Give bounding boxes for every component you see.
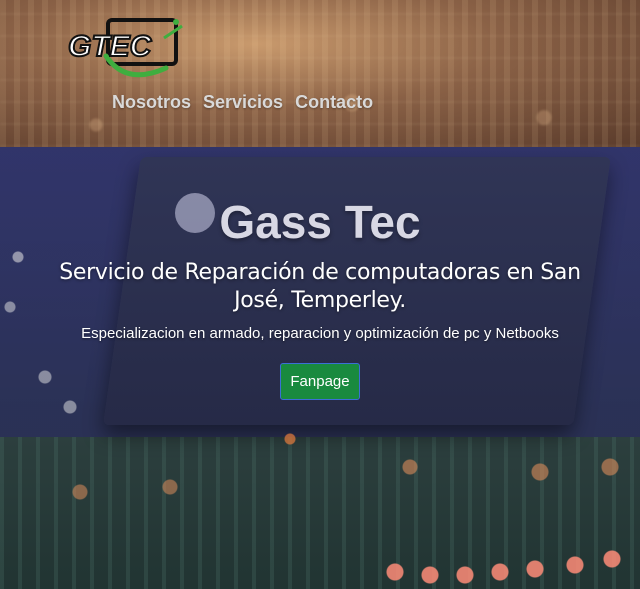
logo-text: GTEC	[68, 30, 153, 63]
hero-section: Gass Tec Servicio de Reparación de compu…	[0, 147, 640, 589]
gtec-logo[interactable]: GTEC	[66, 16, 190, 86]
nav-item-contacto[interactable]: Contacto	[295, 92, 373, 113]
nav-item-servicios[interactable]: Servicios	[203, 92, 283, 113]
site-header: GTEC Nosotros Servicios Contacto	[0, 0, 640, 147]
hero-subtitle: Servicio de Reparación de computadoras e…	[59, 260, 581, 313]
fanpage-button[interactable]: Fanpage	[280, 363, 360, 400]
nav-item-nosotros[interactable]: Nosotros	[112, 92, 191, 113]
main-nav: Nosotros Servicios Contacto	[112, 92, 373, 113]
hero-description: Especializacion en armado, reparacion y …	[81, 325, 559, 342]
hero-title: Gass Tec	[219, 196, 421, 248]
